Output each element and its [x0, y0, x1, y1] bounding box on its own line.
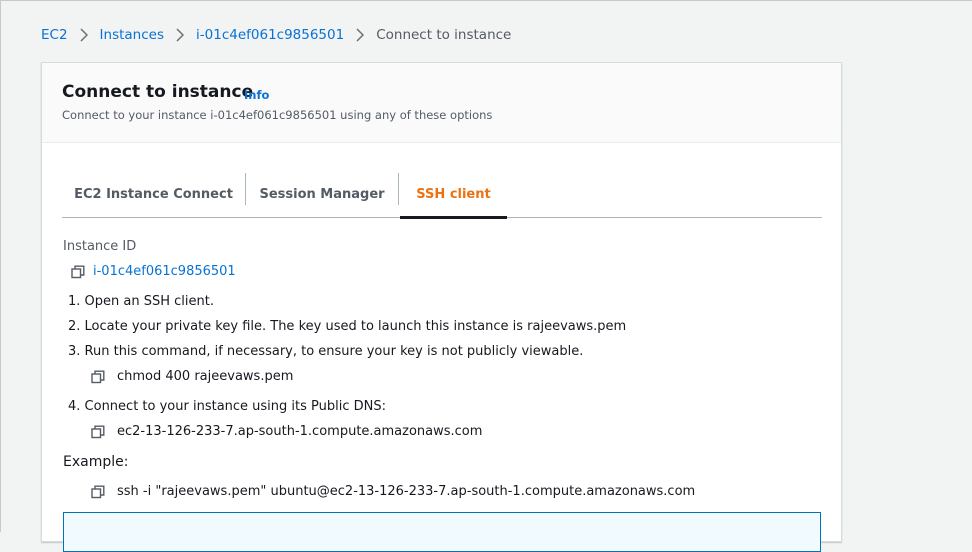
tab-ssh-client[interactable]: SSH client [400, 171, 507, 219]
tab-divider [398, 173, 399, 205]
info-link[interactable]: Info [244, 88, 269, 102]
breadcrumb-instances[interactable]: Instances [100, 27, 164, 43]
chmod-command-row: chmod 400 rajeevaws.pem [91, 369, 293, 384]
breadcrumb-current: Connect to instance [376, 27, 512, 43]
connect-panel: Connect to instance Info Connect to your… [41, 62, 842, 552]
chevron-right-icon [80, 28, 88, 42]
tab-list: EC2 Instance Connect Session Manager SSH… [62, 171, 822, 219]
panel-header: Connect to instance Info Connect to your… [42, 63, 841, 143]
instance-id-label: Instance ID [63, 239, 137, 254]
step-2: 2. Locate your private key file. The key… [68, 319, 627, 334]
public-dns-row: ec2-13-126-233-7.ap-south-1.compute.amaz… [91, 424, 482, 439]
copy-icon[interactable] [71, 265, 85, 279]
tab-session-manager[interactable]: Session Manager [246, 171, 398, 217]
copy-icon[interactable] [91, 485, 105, 499]
step-3: 3. Run this command, if necessary, to en… [68, 344, 584, 359]
copy-icon[interactable] [91, 370, 105, 384]
chevron-right-icon [356, 28, 365, 42]
instance-id-row: i-01c4ef061c9856501 [71, 264, 236, 279]
info-alert [63, 512, 821, 552]
example-label: Example: [63, 454, 129, 470]
public-dns: ec2-13-126-233-7.ap-south-1.compute.amaz… [117, 424, 483, 439]
tab-ec2-instance-connect[interactable]: EC2 Instance Connect [62, 171, 245, 217]
breadcrumb: EC2 Instances i-01c4ef061c9856501 Connec… [41, 27, 511, 43]
example-command: ssh -i "rajeevaws.pem" ubuntu@ec2-13-126… [117, 484, 696, 499]
step-4: 4. Connect to your instance using its Pu… [68, 399, 387, 414]
instance-id-link[interactable]: i-01c4ef061c9856501 [93, 264, 236, 279]
panel-description: Connect to your instance i-01c4ef061c985… [62, 108, 493, 122]
example-command-row: ssh -i "rajeevaws.pem" ubuntu@ec2-13-126… [91, 484, 695, 499]
breadcrumb-instance-id[interactable]: i-01c4ef061c9856501 [196, 27, 344, 43]
breadcrumb-ec2[interactable]: EC2 [41, 27, 68, 43]
step-1: 1. Open an SSH client. [68, 294, 214, 309]
chevron-right-icon [176, 28, 185, 42]
copy-icon[interactable] [91, 425, 105, 439]
chmod-command: chmod 400 rajeevaws.pem [117, 369, 294, 384]
page-title: Connect to instance [62, 82, 254, 102]
